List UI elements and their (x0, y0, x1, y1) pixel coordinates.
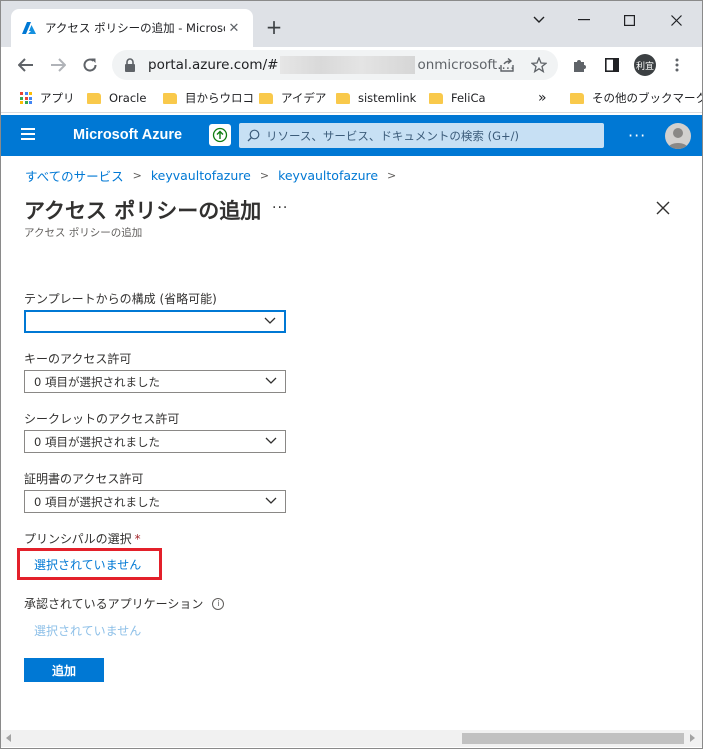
azure-favicon-icon (21, 20, 37, 36)
close-blade-icon[interactable] (653, 198, 673, 218)
scrollbar-thumb[interactable] (462, 733, 684, 744)
cert-permissions-dropdown[interactable]: 0 項目が選択されました (24, 490, 286, 513)
template-label: テンプレートからの構成 (省略可能) (24, 292, 217, 306)
folder-icon (87, 92, 101, 104)
bookmark-felica[interactable]: FeliCa (429, 90, 486, 106)
search-icon (247, 129, 260, 142)
template-dropdown[interactable] (24, 310, 286, 333)
browser-toolbar: portal.azure.com/# onmicrosoft.... 利宜 (1, 47, 702, 83)
apps-grid-icon (20, 92, 32, 104)
url-prefix: portal.azure.com/# (148, 57, 279, 73)
share-icon[interactable] (498, 56, 516, 74)
folder-icon (429, 92, 443, 104)
title-more-icon[interactable]: ··· (272, 200, 288, 216)
breadcrumb: すべてのサービス > keyvaultofazure > keyvaultofa… (25, 166, 405, 185)
chevron-right-icon: > (132, 169, 142, 182)
bookmarks-bar: アプリ Oracle 目からウロコ アイデア sistemlink FeliCa… (1, 83, 702, 113)
more-options-icon[interactable]: ··· (628, 126, 646, 145)
bookmark-oracle[interactable]: Oracle (87, 90, 146, 106)
folder-icon (163, 92, 177, 104)
chevron-down-icon (264, 317, 276, 324)
azure-header: Microsoft Azure リソース、サービス、ドキュメントの検索 (G+/… (1, 115, 702, 156)
tab-close-icon[interactable]: ✕ (225, 19, 243, 37)
tab-search-icon[interactable] (524, 9, 554, 31)
lock-icon (124, 58, 138, 72)
url-redacted (280, 56, 416, 74)
breadcrumb-all-services[interactable]: すべてのサービス (25, 166, 124, 185)
forward-arrow-icon[interactable] (46, 53, 70, 77)
cert-permissions-value: 0 項目が選択されました (34, 494, 160, 509)
authorized-apps-link: 選択されていません (34, 624, 142, 638)
back-arrow-icon[interactable] (14, 53, 38, 77)
cert-permissions-label: 証明書のアクセス許可 (24, 472, 144, 486)
reload-icon[interactable] (78, 53, 102, 77)
chevron-down-icon (265, 497, 277, 504)
chevron-right-icon: > (387, 169, 397, 182)
bookmark-apps[interactable]: アプリ (20, 90, 75, 106)
highlight-annotation-box (17, 548, 162, 580)
browser-window: アクセス ポリシーの追加 - Microsoft ✕ + portal.azur… (0, 0, 703, 749)
extensions-icon[interactable] (569, 54, 591, 76)
browser-menu-icon[interactable] (666, 54, 688, 76)
search-placeholder: リソース、サービス、ドキュメントの検索 (G+/) (266, 128, 519, 143)
chevron-down-icon (265, 377, 277, 384)
scroll-right-icon[interactable] (690, 734, 695, 742)
close-window-icon[interactable] (661, 9, 691, 31)
key-permissions-label: キーのアクセス許可 (24, 352, 132, 366)
address-bar[interactable]: portal.azure.com/# onmicrosoft.... (112, 50, 558, 80)
azure-brand[interactable]: Microsoft Azure (73, 127, 182, 143)
breadcrumb-keyvault-2[interactable]: keyvaultofazure (278, 168, 378, 183)
side-panel-icon[interactable] (601, 54, 623, 76)
breadcrumb-keyvault-1[interactable]: keyvaultofazure (151, 168, 251, 183)
key-permissions-dropdown[interactable]: 0 項目が選択されました (24, 370, 286, 393)
page-title: アクセス ポリシーの追加 (24, 199, 262, 223)
maximize-icon[interactable] (614, 9, 644, 31)
add-button[interactable]: 追加 (24, 658, 104, 682)
info-icon[interactable]: i (212, 597, 225, 610)
chevron-right-icon: > (259, 169, 270, 182)
secret-permissions-label: シークレットのアクセス許可 (24, 412, 180, 426)
key-permissions-value: 0 項目が選択されました (34, 374, 160, 389)
bookmark-sistemlink[interactable]: sistemlink (336, 90, 416, 106)
secret-permissions-value: 0 項目が選択されました (34, 434, 160, 449)
horizontal-scrollbar[interactable] (1, 730, 702, 747)
hamburger-menu-icon[interactable] (21, 128, 35, 140)
folder-icon (570, 92, 584, 104)
browser-tab[interactable]: アクセス ポリシーの追加 - Microsoft ✕ (11, 9, 253, 47)
chevron-down-icon (265, 437, 277, 444)
scroll-left-icon[interactable] (6, 734, 11, 742)
secret-permissions-dropdown[interactable]: 0 項目が選択されました (24, 430, 286, 453)
user-avatar[interactable] (665, 123, 691, 149)
bookmark-star-icon[interactable] (530, 56, 548, 74)
azure-search-input[interactable]: リソース、サービス、ドキュメントの検索 (G+/) (239, 123, 604, 148)
new-tab-button[interactable]: + (263, 15, 285, 39)
tab-strip: アクセス ポリシーの追加 - Microsoft ✕ + (1, 1, 702, 47)
bookmark-mekarauroko[interactable]: 目からウロコ (163, 90, 254, 106)
tab-title: アクセス ポリシーの追加 - Microsoft (45, 21, 225, 35)
upgrade-icon[interactable] (209, 124, 231, 146)
bookmark-idea[interactable]: アイデア (259, 90, 326, 106)
bookmark-other[interactable]: その他のブックマーク (570, 90, 702, 106)
required-marker: * (134, 532, 141, 546)
authorized-apps-label: 承認されているアプリケーション i (24, 595, 225, 612)
folder-icon (259, 92, 273, 104)
bookmarks-overflow-button[interactable]: » (538, 90, 547, 106)
page-subtitle: アクセス ポリシーの追加 (24, 227, 143, 239)
profile-avatar[interactable]: 利宜 (634, 54, 656, 76)
minimize-icon[interactable] (569, 9, 599, 31)
principal-label: プリンシパルの選択 * (24, 532, 141, 546)
folder-icon (336, 92, 350, 104)
